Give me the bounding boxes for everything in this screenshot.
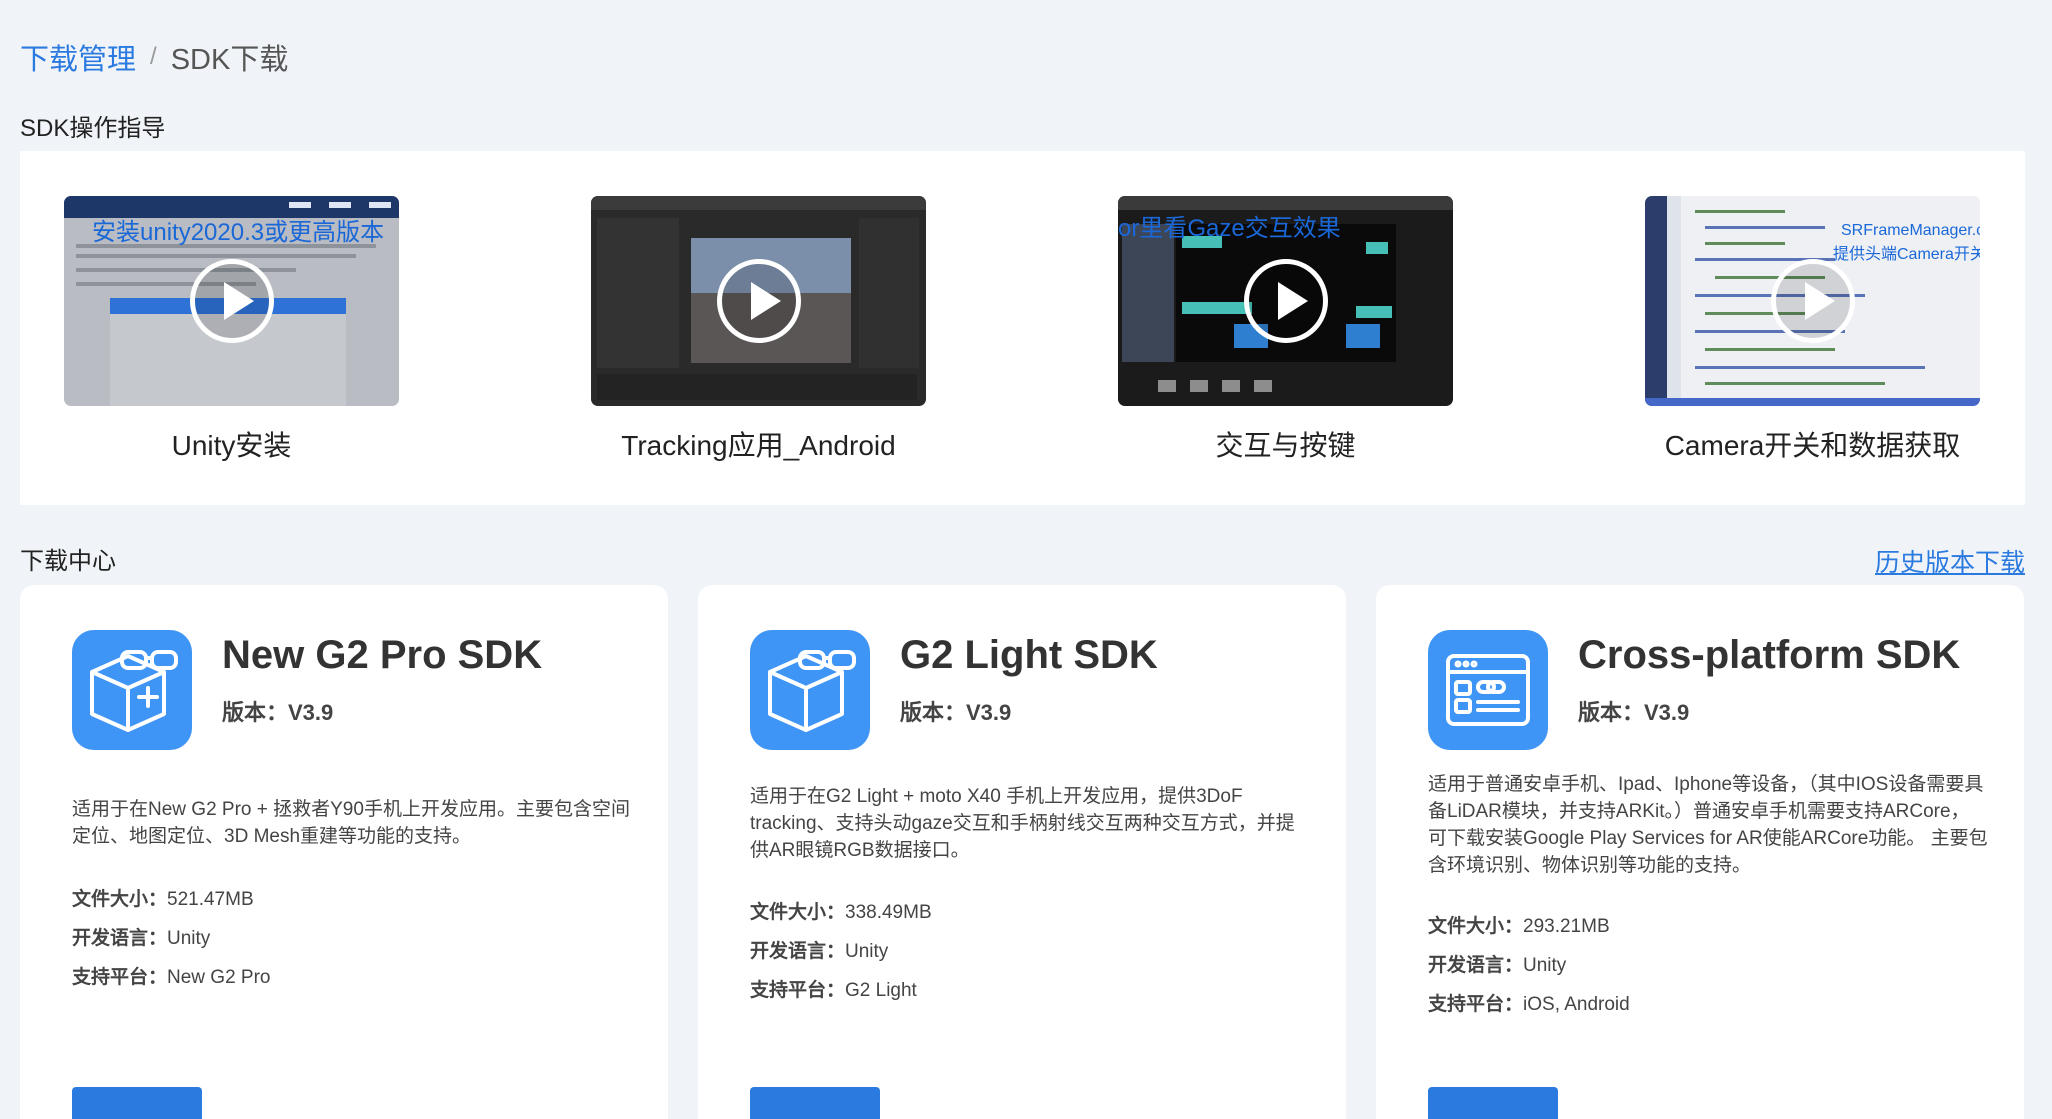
meta-value: Unity — [1523, 955, 1567, 976]
meta-value: iOS, Android — [1523, 994, 1630, 1015]
meta-value: Unity — [167, 928, 211, 949]
breadcrumb-current: SDK下载 — [170, 44, 289, 76]
sdk-card-title: Cross-platform SDK — [1578, 633, 1961, 677]
download-section-title: 下载中心 — [20, 548, 116, 575]
sdk-dev-language: 开发语言：Unity — [750, 936, 888, 963]
download-button[interactable] — [750, 1087, 880, 1119]
video-thumbnail-tracking-android[interactable] — [591, 196, 926, 406]
sdk-platform: 支持平台：G2 Light — [750, 975, 917, 1002]
sdk-card-description: 适用于在New G2 Pro + 拯救者Y90手机上开发应用。主要包含空间定位、… — [72, 799, 630, 847]
download-button[interactable] — [72, 1087, 202, 1119]
meta-value: New G2 Pro — [167, 967, 271, 988]
history-versions-link[interactable]: 历史版本下载 — [1875, 543, 2025, 579]
sdk-file-size: 文件大小：521.47MB — [72, 884, 254, 911]
sdk-card-cross-platform: Cross-platform SDK 版本：V3.9 适用于普通安卓手机、Ipa… — [1376, 585, 2024, 1119]
video-thumbnail-camera-data[interactable]: SRFrameManager.c 提供头端Camera开关 — [1645, 196, 1980, 406]
browser-window-icon — [1428, 630, 1548, 750]
sdk-card-title: New G2 Pro SDK — [222, 633, 543, 677]
download-button[interactable] — [1428, 1087, 1558, 1119]
meta-value: 338.49MB — [845, 902, 932, 923]
video-thumbnail-unity-install[interactable]: 安装unity2020.3或更高版本 — [64, 196, 399, 406]
sdk-dev-language: 开发语言：Unity — [1428, 950, 1566, 977]
meta-value: Unity — [845, 941, 889, 962]
meta-label: 文件大小： — [1428, 916, 1524, 937]
play-icon[interactable] — [1243, 259, 1328, 343]
video-overlay-text: SRFrameManager.c — [1841, 222, 1980, 239]
play-icon[interactable] — [716, 259, 801, 343]
video-caption-tracking-android[interactable]: Tracking应用_Android — [591, 424, 926, 464]
meta-label: 开发语言： — [750, 941, 846, 962]
sdk-platform: 支持平台：New G2 Pro — [72, 962, 271, 989]
video-overlay-text: or里看Gaze交互效果 — [1118, 215, 1341, 242]
guide-section-title: SDK操作指导 — [20, 115, 166, 142]
sdk-file-size: 文件大小：338.49MB — [750, 897, 932, 924]
meta-label: 支持平台： — [750, 980, 846, 1001]
meta-label: 支持平台： — [72, 967, 168, 988]
breadcrumb-link-download-management[interactable]: 下载管理 — [20, 36, 136, 78]
guide-video-panel: 安装unity2020.3或更高版本 Unity安装 Tracking应用_An… — [20, 151, 2025, 505]
meta-label: 文件大小： — [72, 889, 168, 910]
meta-label: 文件大小： — [750, 902, 846, 923]
sdk-card-description: 适用于在G2 Light + moto X40 手机上开发应用，提供3DoF t… — [750, 786, 1295, 861]
meta-value: G2 Light — [845, 980, 917, 1001]
meta-value: 293.21MB — [1523, 916, 1610, 937]
meta-label: 支持平台： — [1428, 994, 1524, 1015]
meta-label: 开发语言： — [72, 928, 168, 949]
ar-glasses-cube-plus-icon — [72, 630, 192, 750]
video-overlay-text-2: 提供头端Camera开关 — [1833, 246, 1980, 263]
sdk-card-g2-light: G2 Light SDK 版本：V3.9 适用于在G2 Light + moto… — [698, 585, 1346, 1119]
video-overlay-text: 安装unity2020.3或更高版本 — [92, 219, 385, 246]
sdk-dev-language: 开发语言：Unity — [72, 923, 210, 950]
play-icon[interactable] — [1770, 259, 1855, 343]
sdk-card-version: 版本：V3.9 — [222, 700, 334, 725]
video-caption-interaction-keys[interactable]: 交互与按键 — [1118, 424, 1453, 464]
sdk-card-title: G2 Light SDK — [900, 633, 1158, 677]
breadcrumb-separator: / — [150, 43, 157, 70]
sdk-file-size: 文件大小：293.21MB — [1428, 911, 1610, 938]
sdk-platform: 支持平台：iOS, Android — [1428, 989, 1630, 1016]
meta-label: 开发语言： — [1428, 955, 1524, 976]
breadcrumb: 下载管理 / SDK下载 — [20, 36, 288, 78]
sdk-card-version: 版本：V3.9 — [900, 700, 1012, 725]
ar-glasses-cube-icon — [750, 630, 870, 750]
play-icon[interactable] — [189, 259, 274, 343]
sdk-card-description: 适用于普通安卓手机、Ipad、Iphone等设备，（其中IOS设备需要具备LiD… — [1428, 774, 1988, 876]
meta-value: 521.47MB — [167, 889, 254, 910]
sdk-card-new-g2-pro: New G2 Pro SDK 版本：V3.9 适用于在New G2 Pro + … — [20, 585, 668, 1119]
video-thumbnail-interaction-keys[interactable]: or里看Gaze交互效果 — [1118, 196, 1453, 406]
video-caption-camera-data[interactable]: Camera开关和数据获取 — [1645, 424, 1980, 464]
sdk-card-version: 版本：V3.9 — [1578, 700, 1690, 725]
video-caption-unity-install[interactable]: Unity安装 — [64, 424, 399, 464]
